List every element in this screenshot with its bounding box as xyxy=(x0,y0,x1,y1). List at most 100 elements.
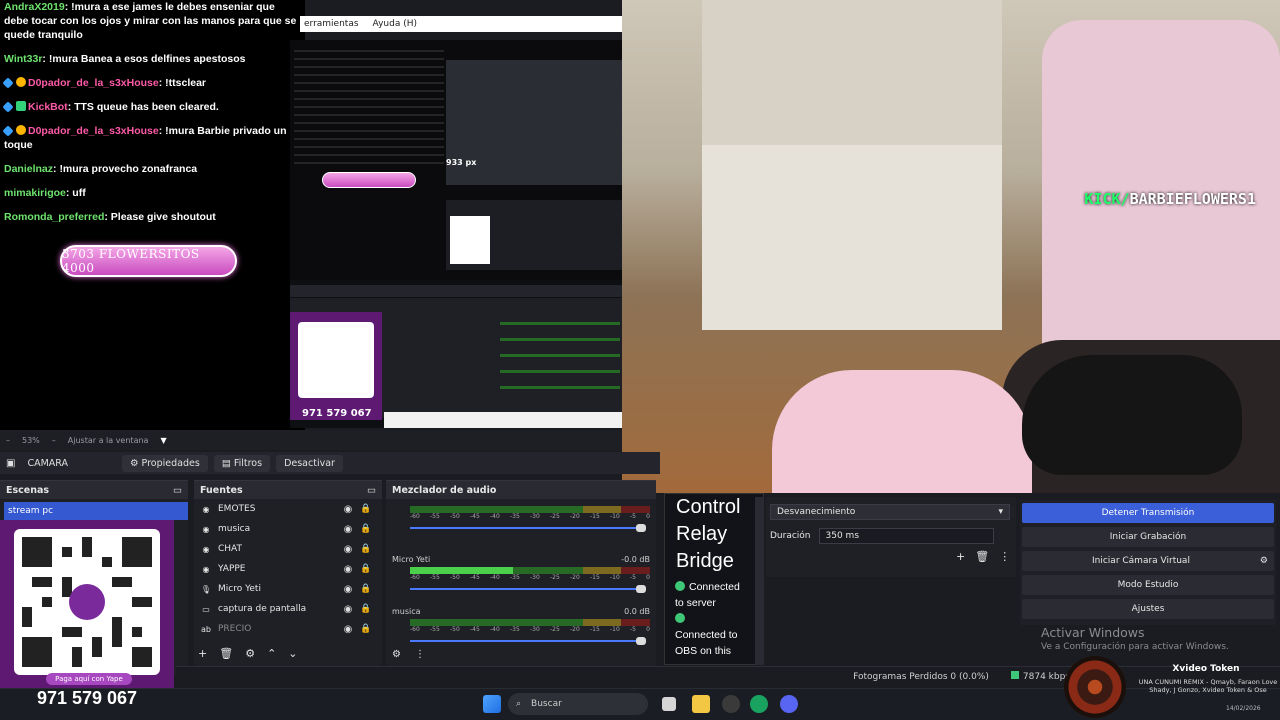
meter-ticks: -60 -55 -50 -45 -40 -35 -30 -25 -20 -15 -10 -5 0 xyxy=(410,574,650,583)
lock-icon[interactable]: 🔒 xyxy=(360,524,372,534)
add-icon[interactable]: + xyxy=(956,550,965,563)
menu-tools[interactable]: erramientas xyxy=(304,19,359,29)
channel-label-row: Micro Yeti -0.0 dB xyxy=(392,555,650,564)
remove-icon[interactable]: 🗑 xyxy=(219,647,233,660)
lock-icon[interactable]: 🔒 xyxy=(360,584,372,594)
settings-button[interactable]: Ajustes xyxy=(1022,599,1274,619)
bitrate-indicator-icon xyxy=(1010,671,1019,679)
activate-windows-watermark: Activar Windows Ve a Configuración para … xyxy=(1041,625,1229,652)
obs-status-text: Connected to xyxy=(675,629,738,641)
visibility-eye-icon[interactable]: ◉ xyxy=(342,624,354,635)
start-virtual-camera-button[interactable]: Iniciar Cámara Virtual xyxy=(1092,556,1190,566)
properties-button[interactable]: ⚙ Propiedades xyxy=(122,454,208,472)
visibility-eye-icon[interactable]: ◉ xyxy=(342,544,354,555)
visibility-eye-icon[interactable]: ◉ xyxy=(342,564,354,575)
duration-input[interactable]: 350 ms xyxy=(818,528,994,544)
menu-help[interactable]: Ayuda (H) xyxy=(373,19,417,29)
lock-icon[interactable]: 🔒 xyxy=(360,564,372,574)
tick-label: 0 xyxy=(646,574,650,581)
lock-icon[interactable]: 🔒 xyxy=(360,604,372,614)
shelf-items xyxy=(702,0,1002,145)
transition-footer: + 🗑 ⋮ xyxy=(956,550,1010,563)
source-item[interactable]: ◉ YAPPE ◉ 🔒 xyxy=(194,559,382,579)
volume-slider[interactable] xyxy=(410,585,646,593)
windows-start-icon[interactable] xyxy=(483,695,501,713)
relay-scrollbar[interactable] xyxy=(755,497,764,665)
kick-prefix: KICK/ xyxy=(1084,190,1130,208)
tick-label: -20 xyxy=(570,626,580,633)
discord-icon[interactable] xyxy=(780,695,798,713)
tick-label: -45 xyxy=(470,574,480,581)
file-explorer-icon[interactable] xyxy=(692,695,710,713)
tick-label: -45 xyxy=(470,513,480,520)
taskbar-search[interactable]: ⌕ Buscar xyxy=(508,693,648,715)
stop-streaming-button[interactable]: Detener Transmisión xyxy=(1022,503,1274,523)
search-icon: ⌕ xyxy=(516,699,522,709)
add-icon[interactable]: + xyxy=(198,647,207,660)
globe-icon: ◉ xyxy=(202,524,210,534)
visibility-eye-icon[interactable]: ◉ xyxy=(342,524,354,535)
remove-icon[interactable]: 🗑 xyxy=(975,550,989,563)
advanced-audio-icon[interactable]: ⚙ xyxy=(392,649,401,660)
start-recording-button[interactable]: Iniciar Grabación xyxy=(1022,527,1274,547)
lock-icon[interactable]: 🔒 xyxy=(360,544,372,554)
channel-label-row: musica 0.0 dB xyxy=(392,607,650,616)
chevron-down-icon[interactable]: ▼ xyxy=(160,436,166,445)
menu-icon[interactable]: ⋮ xyxy=(999,550,1010,563)
tick-label: -30 xyxy=(530,574,540,581)
mixer-channels: -60 -55 -50 -45 -40 -35 -30 -25 -20 -15 -10 -5 0 Micr… xyxy=(386,499,656,655)
server-status: Connected xyxy=(665,579,763,595)
source-item[interactable]: ◉ EMOTES ◉ 🔒 xyxy=(194,499,382,519)
control-relay-bridge-dock: Control Relay Bridge Connected to server… xyxy=(664,493,764,665)
source-item[interactable]: ◉ CHAT ◉ 🔒 xyxy=(194,539,382,559)
scene-item[interactable]: stream pc xyxy=(4,502,188,520)
lock-icon[interactable]: 🔒 xyxy=(360,624,372,634)
move-down-icon[interactable]: ⌄ xyxy=(288,647,297,660)
chat-message: mimakirigoe: uff xyxy=(4,187,86,199)
fit-window-label[interactable]: Ajustar a la ventana xyxy=(68,436,149,445)
obs-icon[interactable] xyxy=(722,695,740,713)
bitrate-value: 7874 kbps xyxy=(1022,672,1070,682)
volume-slider[interactable] xyxy=(410,524,646,532)
chat-username: D0pador_de_la_s3xHouse xyxy=(28,77,159,89)
chat-username: D0pador_de_la_s3xHouse xyxy=(28,125,159,137)
gear-icon[interactable]: ⚙ xyxy=(1260,556,1268,566)
mirrored-chat xyxy=(294,44,444,164)
lock-icon[interactable]: 🔒 xyxy=(360,504,372,514)
visibility-eye-icon[interactable]: ◉ xyxy=(342,604,354,615)
visibility-eye-icon[interactable]: ◉ xyxy=(342,584,354,595)
visibility-eye-icon[interactable]: ◉ xyxy=(342,504,354,515)
mixer-header: Mezclador de audio xyxy=(386,481,656,499)
task-view-icon[interactable] xyxy=(662,697,676,711)
badge-icon xyxy=(2,77,14,89)
nested-preview: 933 px 971 579 067 xyxy=(290,40,622,428)
zoom-in-icon[interactable]: – xyxy=(52,436,56,445)
filters-button[interactable]: ▤ Filtros xyxy=(213,454,271,472)
filters-label: Filtros xyxy=(233,457,263,469)
chat-message: Danielnaz: !mura provecho zonafranca xyxy=(4,163,198,175)
source-item[interactable]: ▭ captura de pantalla ◉ 🔒 xyxy=(194,599,382,619)
channel-db: -0.0 dB xyxy=(621,555,650,564)
source-name: Micro Yeti xyxy=(218,584,261,594)
check-icon xyxy=(675,613,685,623)
tick-label: -45 xyxy=(470,626,480,633)
source-item[interactable]: ◉ musica ◉ 🔒 xyxy=(194,519,382,539)
source-item[interactable]: 🎙 Micro Yeti ◉ 🔒 xyxy=(194,579,382,599)
transition-select[interactable]: Desvanecimiento ▾ xyxy=(770,504,1010,520)
chrome-icon[interactable] xyxy=(750,695,768,713)
mixer-menu-icon[interactable]: ⋮ xyxy=(415,649,425,660)
studio-mode-button[interactable]: Modo Estudio xyxy=(1022,575,1274,595)
tick-label: -20 xyxy=(570,574,580,581)
zoom-out-icon[interactable]: – xyxy=(6,436,10,445)
dock-menu-icon[interactable]: ▭ xyxy=(173,485,182,496)
chat-text: uff xyxy=(72,187,86,199)
gear-icon[interactable]: ⚙ xyxy=(245,647,255,660)
volume-slider[interactable] xyxy=(410,637,646,645)
meter-ticks: -60 -55 -50 -45 -40 -35 -30 -25 -20 -15 -10 -5 0 xyxy=(410,513,650,522)
volume-meter xyxy=(410,619,650,626)
dock-menu-icon[interactable]: ▭ xyxy=(367,485,376,496)
source-item[interactable]: ab PRECIO ◉ 🔒 xyxy=(194,619,382,639)
move-up-icon[interactable]: ⌃ xyxy=(267,647,276,660)
tick-label: -35 xyxy=(510,574,520,581)
disable-button[interactable]: Desactivar xyxy=(276,454,343,472)
